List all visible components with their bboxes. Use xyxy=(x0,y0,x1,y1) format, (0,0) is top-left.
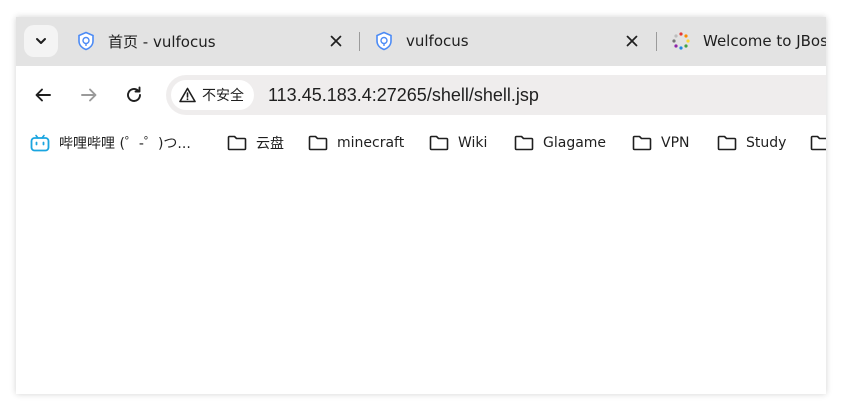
tab-strip: 首页 - vulfocus vulfocus Welcome to JBoss xyxy=(16,17,826,66)
close-icon[interactable] xyxy=(326,31,346,51)
bookmark-folder-overflow[interactable] xyxy=(810,131,826,155)
url-text[interactable]: 113.45.183.4:27265/shell/shell.jsp xyxy=(268,85,539,106)
warning-icon xyxy=(179,87,196,103)
folder-icon xyxy=(308,135,328,151)
bookmark-folder-wiki[interactable]: Wiki xyxy=(429,131,487,155)
vulfocus-shield-icon xyxy=(76,31,96,51)
security-chip[interactable]: 不安全 xyxy=(171,80,254,110)
vulfocus-shield-icon xyxy=(374,31,394,51)
folder-icon xyxy=(514,135,534,151)
bookmark-label: Study xyxy=(746,135,787,151)
bookmark-label: 云盘 xyxy=(256,136,284,152)
browser-window: 首页 - vulfocus vulfocus Welcome to JBoss … xyxy=(16,17,826,394)
folder-icon xyxy=(429,135,449,151)
bilibili-icon xyxy=(30,134,50,152)
tab-vulfocus[interactable]: vulfocus xyxy=(374,23,642,59)
bookmark-bilibili[interactable]: 哔哩哔哩 (゜-゜)つ... xyxy=(30,131,191,155)
tab-title: vulfocus xyxy=(406,32,469,50)
security-label: 不安全 xyxy=(202,88,244,104)
bookmark-folder-yunpan[interactable]: 云盘 xyxy=(227,131,284,155)
tab-title: 首页 - vulfocus xyxy=(108,32,216,51)
folder-icon xyxy=(810,135,826,151)
bookmark-folder-study[interactable]: Study xyxy=(717,131,786,155)
tab-home-vulfocus[interactable]: 首页 - vulfocus xyxy=(76,23,346,59)
tab-title: Welcome to JBoss xyxy=(703,32,826,50)
bookmark-label: VPN xyxy=(661,135,690,151)
bookmark-label: Wiki xyxy=(458,135,488,151)
bookmark-folder-minecraft[interactable]: minecraft xyxy=(308,131,404,155)
folder-icon xyxy=(717,135,737,151)
tab-search-button[interactable] xyxy=(24,25,58,57)
arrow-left-icon xyxy=(35,88,51,102)
bookmark-folder-vpn[interactable]: VPN xyxy=(632,131,690,155)
jboss-spinner-icon xyxy=(671,31,691,51)
page-content xyxy=(16,160,826,394)
tab-jboss[interactable]: Welcome to JBoss xyxy=(671,23,826,59)
reload-icon xyxy=(127,86,141,102)
bookmark-label: minecraft xyxy=(337,135,405,151)
chevron-down-icon xyxy=(36,38,46,44)
bookmarks-bar: 哔哩哔哩 (゜-゜)つ... 云盘 minecraft Wiki Glagame xyxy=(16,125,826,160)
forward-button[interactable] xyxy=(75,81,103,109)
back-button[interactable] xyxy=(29,81,57,109)
close-icon[interactable] xyxy=(622,31,642,51)
bookmark-label: 哔哩哔哩 (゜-゜)つ... xyxy=(59,136,191,152)
arrow-right-icon xyxy=(81,88,97,102)
bookmark-label: Glagame xyxy=(543,135,607,151)
folder-icon xyxy=(632,135,652,151)
toolbar: 不安全 113.45.183.4:27265/shell/shell.jsp xyxy=(16,66,826,125)
folder-icon xyxy=(227,135,247,151)
address-bar[interactable]: 不安全 113.45.183.4:27265/shell/shell.jsp xyxy=(166,75,826,115)
reload-button[interactable] xyxy=(120,81,148,109)
bookmark-folder-glagame[interactable]: Glagame xyxy=(514,131,606,155)
tab-separator xyxy=(359,32,360,51)
tab-separator xyxy=(656,32,657,51)
